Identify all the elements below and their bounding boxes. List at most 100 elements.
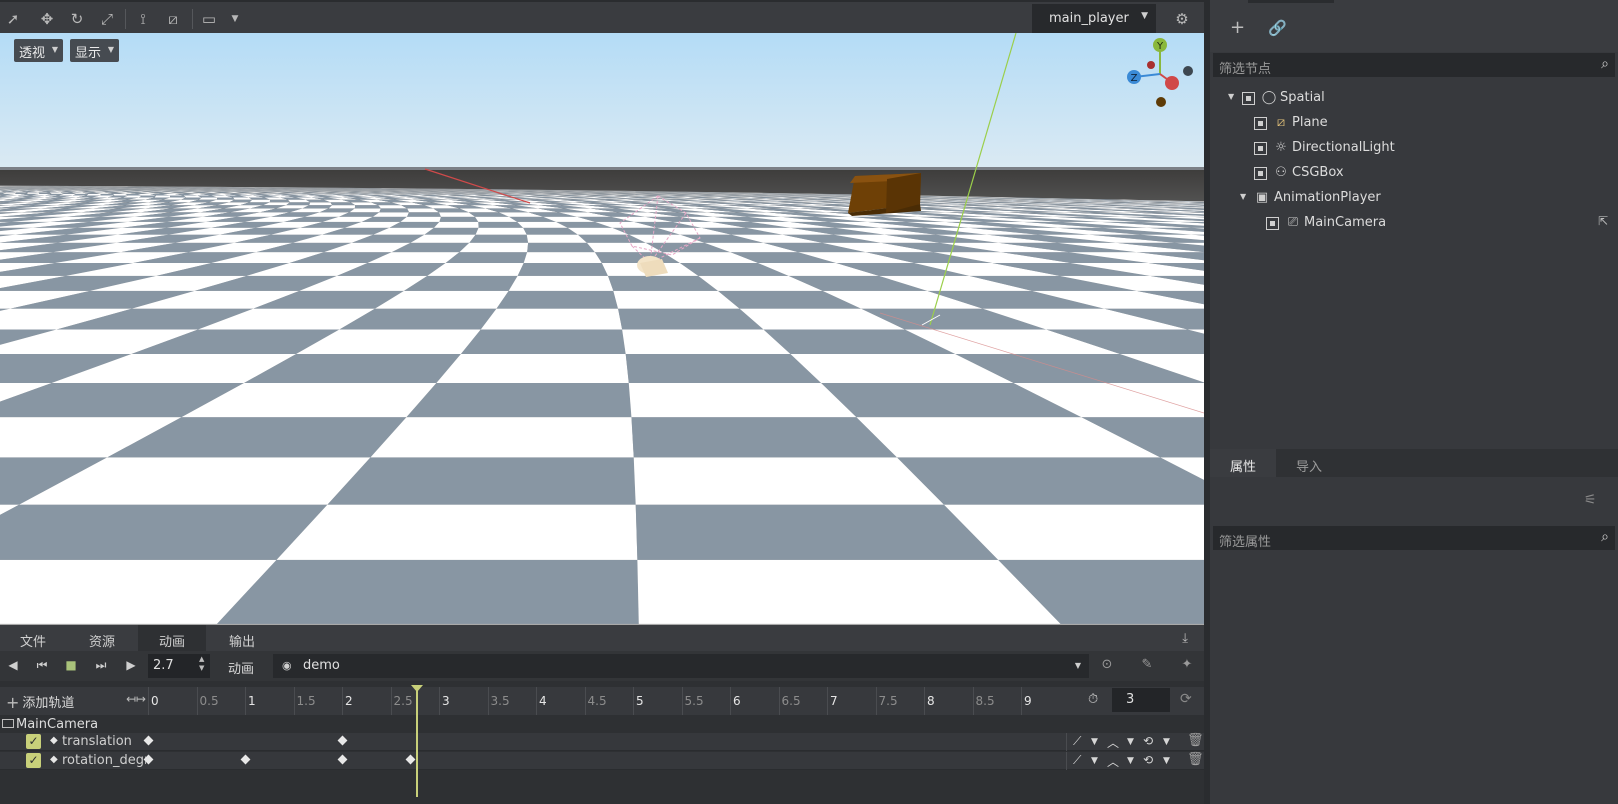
view-icon[interactable]: ▭ [198,8,220,30]
ruler-tick [633,687,634,715]
snap-icon[interactable]: ⧄ [162,8,184,30]
zoom-icon[interactable]: ↤↦ [126,692,146,706]
loop-wrap-icon[interactable]: ⟲ [1143,734,1153,748]
track-row[interactable]: ✓ ◆ translation ⟋ ▼ ︿ ▼ ⟲ ▼ 🗑 [0,733,1206,751]
ruler-tick-label: 0.5 [199,694,219,708]
link-icon[interactable]: 🔗 [1268,19,1287,37]
chevron-down-icon: ▼ [51,45,59,54]
chevron-down-icon[interactable]: ▼ [1240,192,1246,201]
inspector-panel: ⚟ 筛选属性 ⌕ [1210,477,1618,804]
local-space-icon[interactable]: ⟟ [132,8,154,30]
tab-output[interactable]: 输出 [208,625,276,651]
chevron-down-icon[interactable]: ▼ [1127,737,1134,747]
timeline-ruler[interactable]: 0 0.5 1 1.5 2 2.5 3 3.5 4 4.5 5 5.5 6 6.5 7 7.5 8 8.5 9 [148,687,1068,715]
settings-icon[interactable]: ⚙ [1171,8,1193,30]
autoplay-icon[interactable]: ⊙ [1096,657,1118,675]
dock-panel-icon[interactable]: ⤓ [1182,631,1188,646]
inspector-tabs: 属性 导入 [1210,449,1618,477]
keyframe[interactable] [337,754,348,765]
ruler-tick-label: 0 [151,694,159,708]
visibility-toggle-icon[interactable] [1254,117,1267,130]
scale-icon[interactable]: ⤢ [96,8,118,30]
chevron-down-icon[interactable]: ▼ [1091,737,1098,747]
animation-select[interactable]: ◉ demo ▼ [273,654,1089,678]
interpolation-icon[interactable]: ︿ [1107,753,1119,770]
track-enabled-checkbox[interactable]: ✓ [26,734,41,749]
ruler-tick-label: 8.5 [975,694,995,708]
loop-icon[interactable]: ⟳ [1180,691,1192,707]
tab-import[interactable]: 导入 [1276,449,1342,477]
add-track-label: 添加轨道 [22,696,75,711]
play-icon[interactable]: ▶ [122,658,140,674]
visibility-toggle-icon[interactable] [1242,92,1255,105]
animation-menu-button[interactable]: 动画 [228,658,254,677]
3d-viewport[interactable]: 透视 ▼ 显示 ▼ Y Z [0,33,1204,625]
chevron-down-icon[interactable]: ▼ [1228,92,1234,101]
animation-player-icon: ▣ [1255,190,1269,205]
time-spinner-icon[interactable]: ▲ ▼ [199,655,204,673]
track-row[interactable]: ✓ ◆ rotation_degrees ⟋ ▼ ︿ ▼ ⟲ ▼ 🗑 [0,752,1206,770]
track-controls: ⟋ ▼ ︿ ▼ ⟲ ▼ 🗑 [1066,752,1206,770]
add-node-icon[interactable]: + [1230,17,1245,38]
visibility-toggle-icon[interactable] [1266,217,1279,230]
search-icon: ⌕ [1601,56,1609,72]
ruler-tick [730,687,731,715]
play-backwards-icon[interactable]: ◀ [4,658,22,674]
current-time-value: 2.7 [153,658,174,673]
play-backwards-from-end-icon[interactable]: ⏮ [33,658,51,674]
update-mode-icon[interactable]: ⟋ [1073,753,1081,768]
play-from-start-icon[interactable]: ⏭ [92,658,110,674]
tree-item-label: Spatial [1280,90,1325,105]
display-menu-button[interactable]: 显示 ▼ [70,39,120,62]
inspector-filter-input[interactable]: 筛选属性 ⌕ [1213,526,1615,550]
add-track-button[interactable]: + 添加轨道 [6,692,75,712]
search-icon: ⌕ [1601,529,1609,545]
update-mode-icon[interactable]: ⟋ [1073,734,1081,749]
playhead[interactable] [416,687,418,797]
stop-icon[interactable]: ■ [62,658,80,674]
chevron-down-icon[interactable]: ▼ [1127,756,1134,766]
inspector-tools-icon[interactable]: ⚟ [1584,492,1597,508]
csg-box-mesh [848,173,921,216]
keyframe[interactable] [337,735,348,746]
keyframe[interactable] [405,754,416,765]
visibility-toggle-icon[interactable] [1254,142,1267,155]
ruler-tick-label: 3 [442,694,450,708]
delete-track-icon[interactable]: 🗑 [1187,733,1204,748]
interpolation-icon[interactable]: ︿ [1107,734,1119,751]
camera-icon: ⎚ [1287,215,1299,230]
visibility-toggle-icon[interactable] [1254,167,1267,180]
move-icon[interactable]: ✥ [36,8,58,30]
tab-animation[interactable]: 动画 [138,625,206,651]
chevron-down-icon[interactable]: ▼ [1091,756,1098,766]
select-icon[interactable]: ➚ [2,8,24,30]
tab-file[interactable]: 文件 [0,625,66,651]
signal-icon[interactable]: ⇱ [1598,214,1608,228]
perspective-menu-button[interactable]: 透视 ▼ [14,39,64,62]
chevron-down-icon[interactable]: ▼ [1163,737,1170,747]
delete-track-icon[interactable]: 🗑 [1187,752,1204,767]
edit-icon[interactable]: ✎ [1136,657,1158,675]
rotate-icon[interactable]: ↻ [66,8,88,30]
animation-length-input[interactable]: 3 [1112,688,1170,712]
track-enabled-checkbox[interactable]: ✓ [26,753,41,768]
animation-player-select[interactable]: main_player ▼ [1032,4,1156,33]
perspective-menu-label: 透视 [19,46,46,61]
ruler-tick-label: 6 [733,694,741,708]
scene-filter-input[interactable]: 筛选节点 ⌕ [1213,53,1615,77]
pin-icon[interactable]: ✦ [1176,657,1198,675]
track-name: rotation_degrees [62,753,146,768]
keyframe[interactable] [240,754,251,765]
ruler-tick-label: 5 [636,694,644,708]
loop-wrap-icon[interactable]: ⟲ [1143,753,1153,767]
chevron-down-icon[interactable]: ▼ [224,8,246,30]
track-group-header: MainCamera [0,715,1206,733]
ruler-tick [584,687,586,715]
right-dock: + 🔗 筛选节点 ⌕ ▼ ◯ Spatial ⧄ Plane ☼ Directi… [1210,0,1618,804]
ruler-tick-label: 2.5 [393,694,413,708]
chevron-down-icon[interactable]: ▼ [1163,756,1170,766]
light-icon: ☼ [1275,140,1287,155]
tab-properties[interactable]: 属性 [1210,449,1276,477]
tab-resources[interactable]: 资源 [68,625,136,651]
orientation-gizmo[interactable]: Y Z [1118,33,1204,113]
